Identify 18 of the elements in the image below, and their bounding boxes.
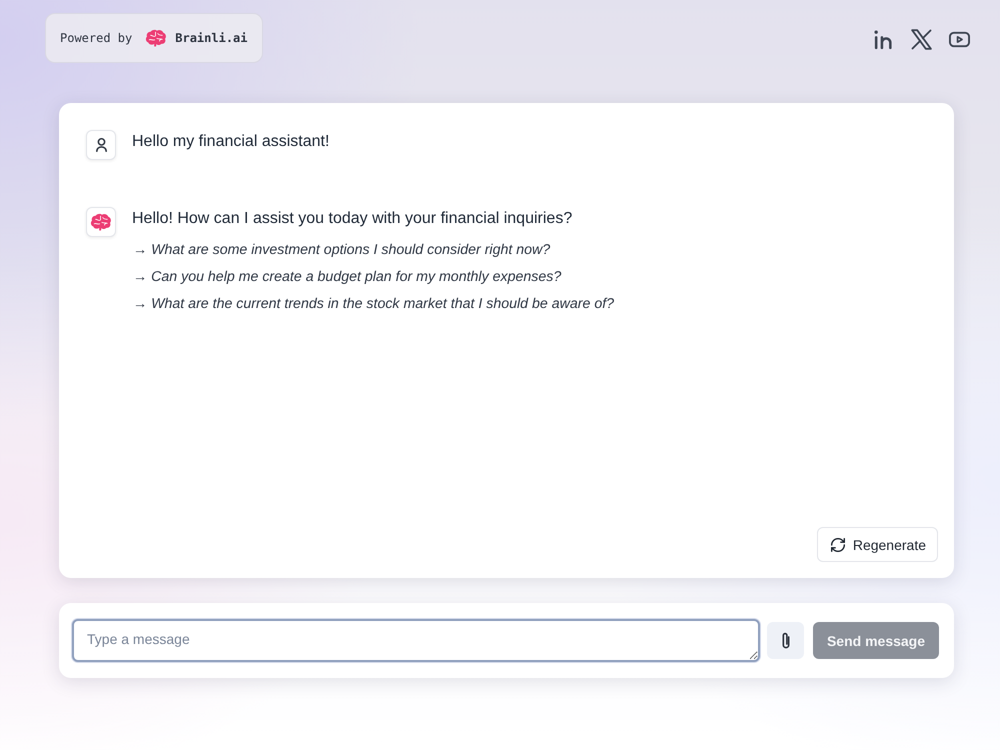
suggested-prompt[interactable]: → Can you help me create a budget plan for my monthly expenses? bbox=[133, 267, 614, 287]
suggested-prompt[interactable]: → What are some investment options I should consider right now? bbox=[133, 240, 614, 260]
refresh-icon bbox=[830, 538, 845, 552]
brand-name: Brainli.ai bbox=[175, 31, 248, 45]
message-field[interactable]: Type a message bbox=[72, 619, 760, 662]
brain-icon bbox=[145, 29, 168, 47]
paperclip-icon bbox=[782, 632, 790, 649]
video-play-icon[interactable] bbox=[949, 29, 970, 50]
suggested-prompt[interactable]: → What are the current trends in the stock market that I should be aware of? bbox=[133, 294, 614, 314]
x-logo-icon[interactable] bbox=[911, 29, 932, 50]
regenerate-button[interactable]: Regenerate bbox=[816, 527, 938, 562]
powered-by-label: Powered by bbox=[60, 31, 132, 45]
brain-avatar-icon bbox=[86, 207, 116, 237]
linkedin-icon[interactable] bbox=[873, 29, 894, 50]
user-avatar-icon bbox=[86, 130, 116, 160]
message-text: Hello my financial assistant! bbox=[132, 132, 330, 152]
attach-button[interactable] bbox=[767, 622, 804, 659]
message-text: Hello! How can I assist you today with your financial inquiries? bbox=[132, 209, 574, 229]
